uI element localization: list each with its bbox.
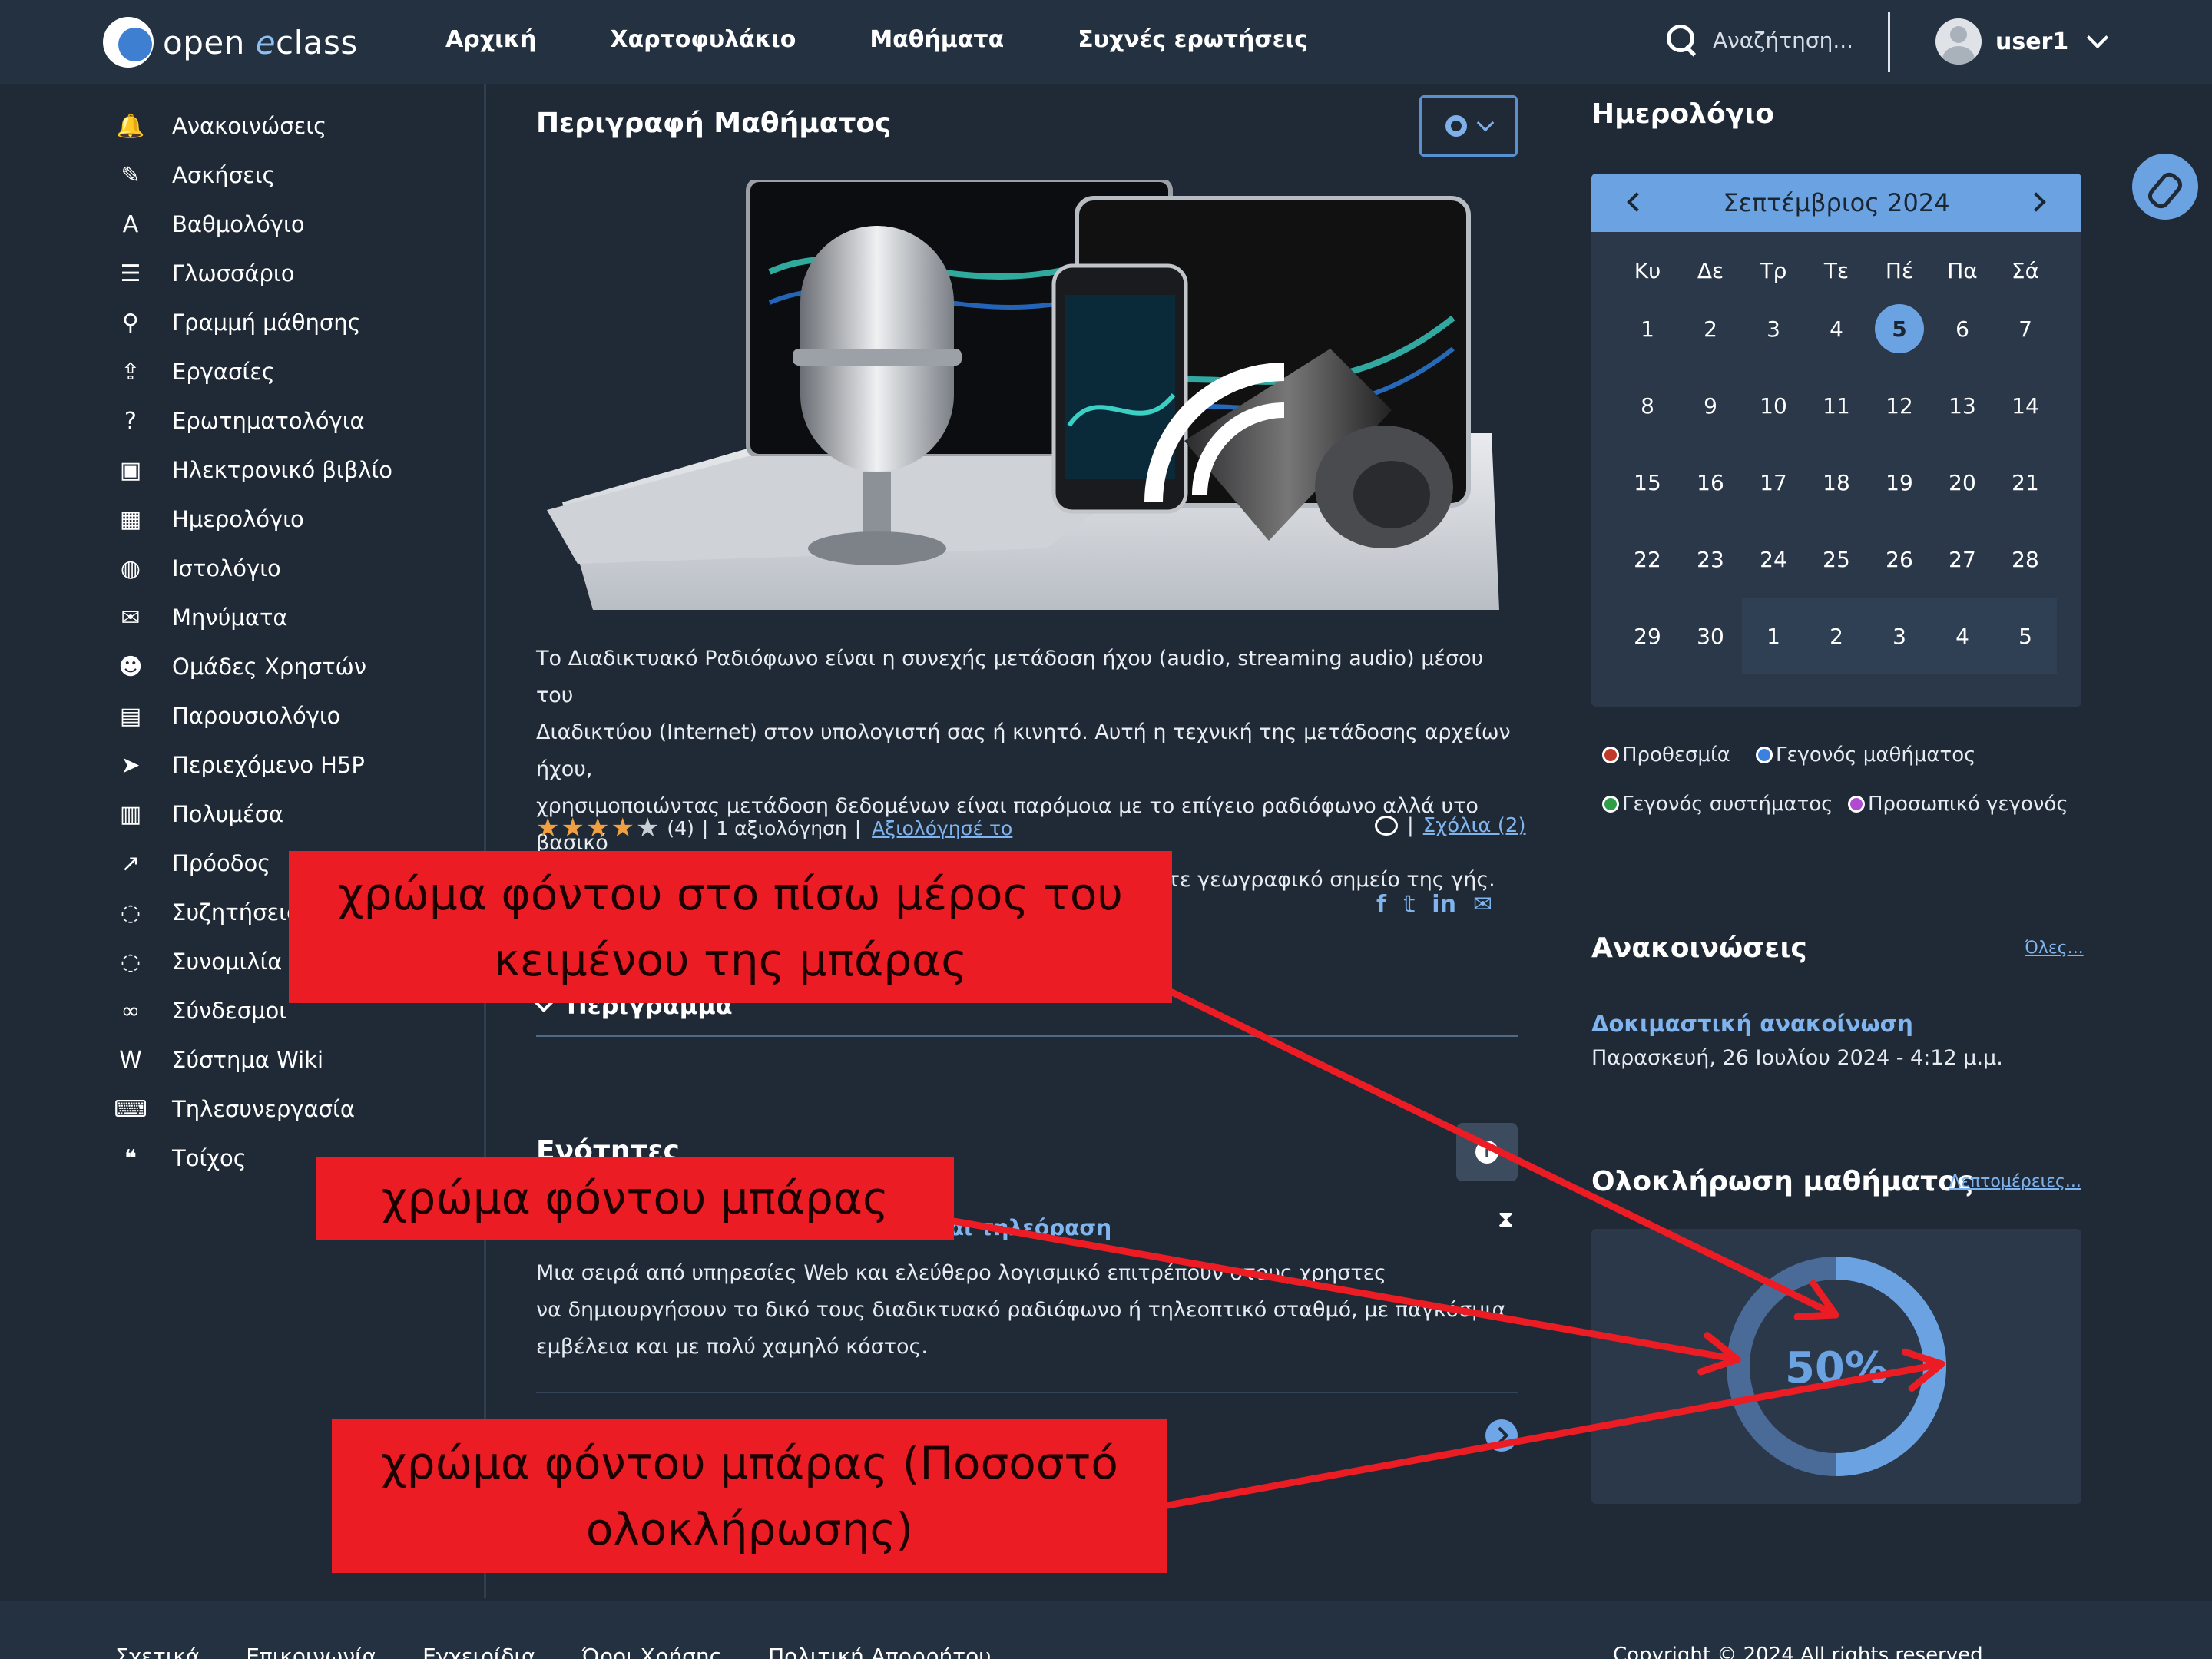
callout-line: χρώμα φόντου μπάρας (Ποσοστό [381, 1437, 1118, 1489]
annotation-arrow [1168, 988, 1839, 1319]
callout-bar-background: χρώμα φόντου μπάρας [316, 1157, 954, 1240]
annotation-arrow [1164, 1360, 1945, 1509]
callout-bar-fill: χρώμα φόντου μπάρας (Ποσοστό ολοκλήρωσης) [332, 1419, 1167, 1573]
annotation-arrowhead [1793, 1311, 1839, 1320]
annotation-arrowhead [1902, 1348, 1945, 1368]
callout-line: ολοκλήρωσης) [585, 1503, 914, 1555]
annotation-arrowhead [1697, 1356, 1741, 1376]
annotation-arrow [950, 1217, 1741, 1363]
annotation-arrows [950, 988, 1945, 1509]
callout-line: κειμένου της μπάρας [493, 934, 968, 986]
callout-line: χρώμα φόντου στο πίσω μέρος του [338, 868, 1123, 920]
callout-text-background: χρώμα φόντου στο πίσω μέρος του κειμένου … [289, 851, 1172, 1003]
